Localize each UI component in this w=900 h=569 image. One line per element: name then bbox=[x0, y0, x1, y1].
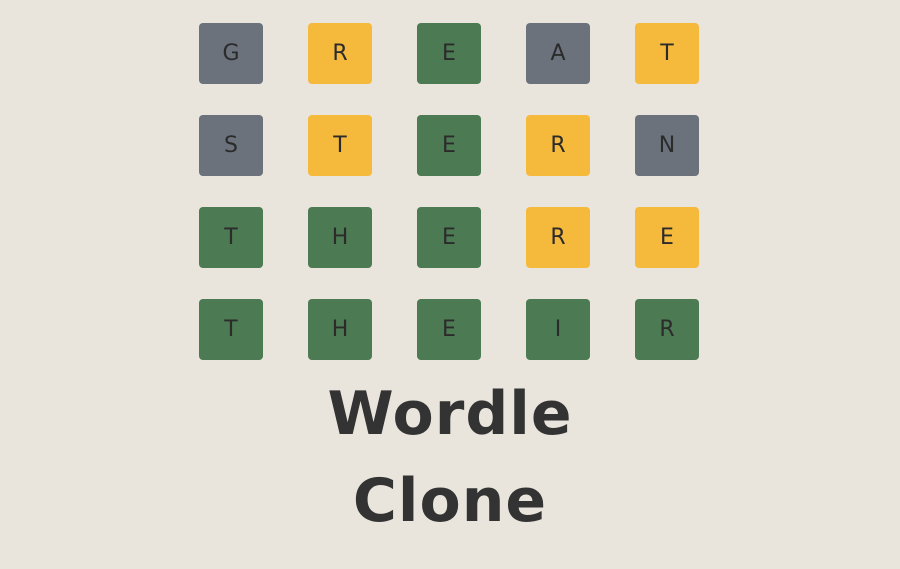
letter-tile: T bbox=[308, 115, 372, 176]
letter-tile: T bbox=[635, 23, 699, 84]
board-row-2: STERN bbox=[199, 115, 699, 176]
letter-tile: R bbox=[526, 207, 590, 268]
letter-tile: R bbox=[526, 115, 590, 176]
letter-tile: E bbox=[417, 23, 481, 84]
wordle-page: GREATSTERNTHERETHEIR Wordle Clone bbox=[0, 0, 900, 569]
letter-tile: A bbox=[526, 23, 590, 84]
letter-tile: G bbox=[199, 23, 263, 84]
app-title-line-1: Wordle bbox=[327, 379, 573, 449]
letter-tile: E bbox=[417, 207, 481, 268]
board-row-1: GREAT bbox=[199, 23, 699, 84]
letter-tile: E bbox=[417, 299, 481, 360]
letter-tile: R bbox=[635, 299, 699, 360]
letter-tile: R bbox=[308, 23, 372, 84]
letter-tile: E bbox=[635, 207, 699, 268]
letter-tile: I bbox=[526, 299, 590, 360]
letter-tile: N bbox=[635, 115, 699, 176]
letter-tile: S bbox=[199, 115, 263, 176]
letter-tile: H bbox=[308, 299, 372, 360]
board-row-3: THERE bbox=[199, 207, 699, 268]
letter-tile: T bbox=[199, 299, 263, 360]
letter-tile: E bbox=[417, 115, 481, 176]
letter-tile: T bbox=[199, 207, 263, 268]
app-title-line-2: Clone bbox=[352, 466, 548, 536]
letter-tile: H bbox=[308, 207, 372, 268]
board-row-4: THEIR bbox=[199, 299, 699, 360]
